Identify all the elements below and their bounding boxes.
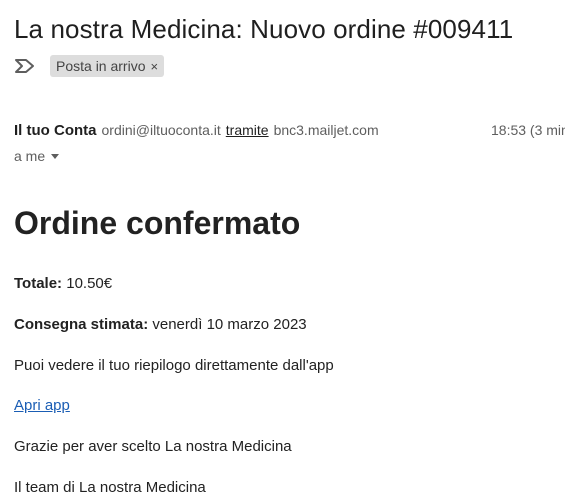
label-chip-text: Posta in arrivo <box>56 58 146 74</box>
delivery-line: Consegna stimata: venerdì 10 marzo 2023 <box>14 316 307 333</box>
email-time[interactable]: 18:53 (3 minu <box>491 122 565 138</box>
sender-email: ordini@iltuoconta.it <box>101 122 221 138</box>
sender-name[interactable]: Il tuo Conta <box>14 122 97 139</box>
recipient-text: a me <box>14 148 46 164</box>
chevron-down-icon[interactable] <box>51 153 60 159</box>
delivery-value: venerdì 10 marzo 2023 <box>152 316 307 333</box>
sender-row: Il tuo Conta ordini@iltuoconta.it tramit… <box>14 122 565 139</box>
label-row: Posta in arrivo × <box>14 55 165 77</box>
via-domain: bnc3.mailjet.com <box>273 122 379 138</box>
via-link[interactable]: tramite <box>226 122 269 138</box>
remove-label-icon[interactable]: × <box>150 59 158 74</box>
summary-text: Puoi vedere il tuo riepilogo direttament… <box>14 357 334 374</box>
total-line: Totale: 10.50€ <box>14 275 112 292</box>
app-link-line: Apri app <box>14 397 70 414</box>
total-value: 10.50€ <box>66 275 113 292</box>
thanks-text: Grazie per aver scelto La nostra Medicin… <box>14 438 292 455</box>
delivery-label: Consegna stimata: <box>14 316 149 333</box>
open-app-link[interactable]: Apri app <box>14 397 70 414</box>
label-chip-inbox: Posta in arrivo × <box>50 55 165 77</box>
recipient-toggle[interactable]: a me <box>14 148 60 164</box>
email-heading: Ordine confermato <box>14 205 301 241</box>
signature-text: Il team di La nostra Medicina <box>14 479 206 496</box>
important-marker-icon[interactable] <box>14 58 36 74</box>
total-label: Totale: <box>14 275 63 292</box>
email-subject: La nostra Medicina: Nuovo ordine #009411 <box>14 14 514 44</box>
